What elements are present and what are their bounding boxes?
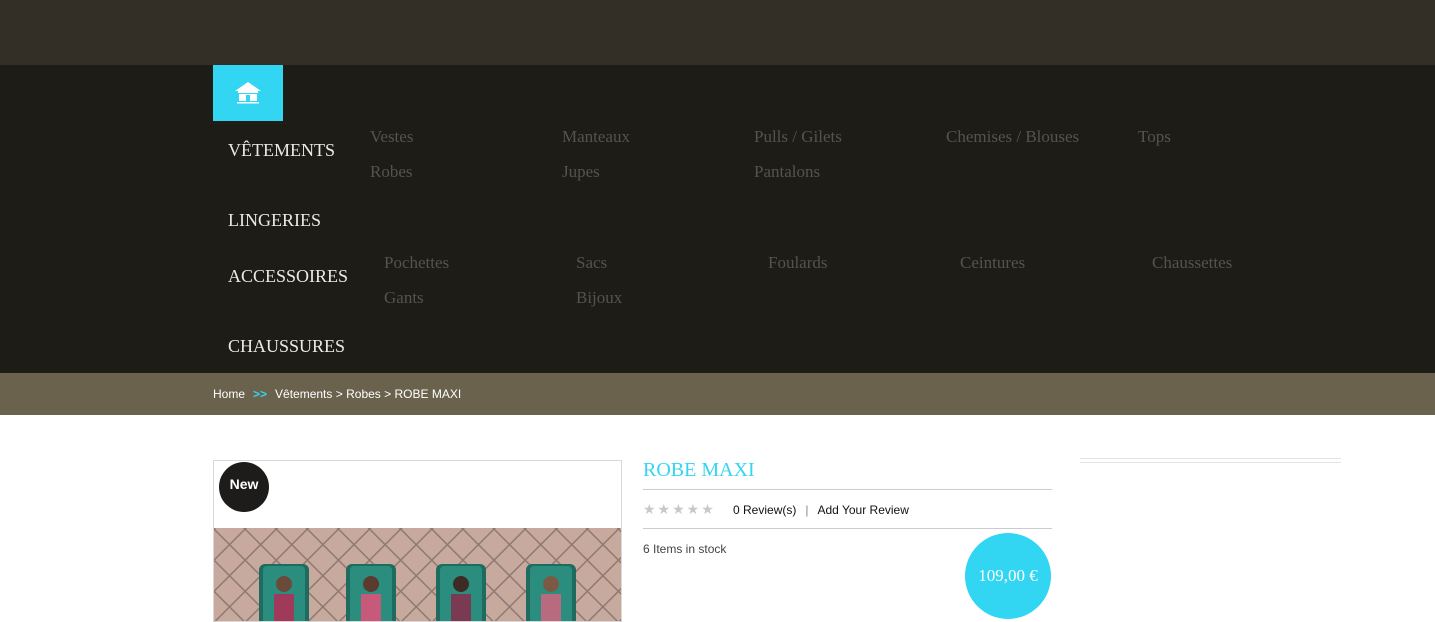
submenu-tops[interactable]: Tops xyxy=(1138,127,1171,147)
reviews-count-link[interactable]: 0 Review(s) xyxy=(733,503,796,517)
submenu-jupes[interactable]: Jupes xyxy=(562,162,600,182)
breadcrumb-divider: > xyxy=(335,387,343,401)
submenu-chaussettes[interactable]: Chaussettes xyxy=(1152,253,1232,273)
main-navigation: VÊTEMENTS Vestes Manteaux Pulls / Gilets… xyxy=(0,65,1435,373)
new-badge: New xyxy=(219,462,269,512)
home-button[interactable] xyxy=(213,65,283,121)
submenu-pantalons[interactable]: Pantalons xyxy=(754,162,820,182)
submenu-gants[interactable]: Gants xyxy=(384,288,424,308)
submenu-sacs[interactable]: Sacs xyxy=(576,253,607,273)
submenu-bijoux[interactable]: Bijoux xyxy=(576,288,622,308)
product-image-frame[interactable]: New xyxy=(213,460,622,622)
breadcrumb-link-robes[interactable]: Robes xyxy=(346,387,381,401)
submenu-manteaux[interactable]: Manteaux xyxy=(562,127,630,147)
breadcrumb-bar: Home >> Vêtements > Robes > ROBE MAXI xyxy=(0,373,1435,415)
breadcrumb-home-link[interactable]: Home xyxy=(213,387,245,401)
breadcrumb-divider: > xyxy=(384,387,392,401)
submenu-chemises-blouses[interactable]: Chemises / Blouses xyxy=(946,127,1079,147)
submenu-pulls-gilets[interactable]: Pulls / Gilets xyxy=(754,127,842,147)
nav-item-accessoires[interactable]: ACCESSOIRES xyxy=(228,266,348,287)
rating-divider xyxy=(643,528,1052,529)
add-review-link[interactable]: Add Your Review xyxy=(817,503,908,517)
price-badge: 109,00 € xyxy=(965,533,1051,619)
nav-item-lingeries[interactable]: LINGERIES xyxy=(228,210,321,231)
product-photo[interactable] xyxy=(214,528,621,622)
nav-item-chaussures[interactable]: CHAUSSURES xyxy=(228,336,345,357)
title-divider xyxy=(643,489,1052,490)
submenu-foulards[interactable]: Foulards xyxy=(768,253,828,273)
breadcrumb-current: ROBE MAXI xyxy=(394,387,462,401)
sidebar-divider xyxy=(1080,462,1341,463)
submenu-vestes[interactable]: Vestes xyxy=(370,127,413,147)
breadcrumb-separator: >> xyxy=(253,387,268,401)
stock-status: 6 Items in stock xyxy=(643,542,727,556)
breadcrumb: Home >> Vêtements > Robes > ROBE MAXI xyxy=(213,387,461,401)
top-bar xyxy=(0,0,1435,65)
product-title: ROBE MAXI xyxy=(643,459,755,481)
submenu-ceintures[interactable]: Ceintures xyxy=(960,253,1025,273)
rating-stars: ★★★★★ xyxy=(643,501,716,517)
sidebar-divider xyxy=(1080,458,1341,459)
breadcrumb-link-vetements[interactable]: Vêtements xyxy=(275,387,332,401)
home-icon xyxy=(235,82,261,104)
reviews-row: 0 Review(s) | Add Your Review xyxy=(733,503,909,517)
submenu-pochettes[interactable]: Pochettes xyxy=(384,253,449,273)
reviews-divider: | xyxy=(805,503,809,517)
nav-item-vetements[interactable]: VÊTEMENTS xyxy=(228,140,335,161)
submenu-robes[interactable]: Robes xyxy=(370,162,413,182)
